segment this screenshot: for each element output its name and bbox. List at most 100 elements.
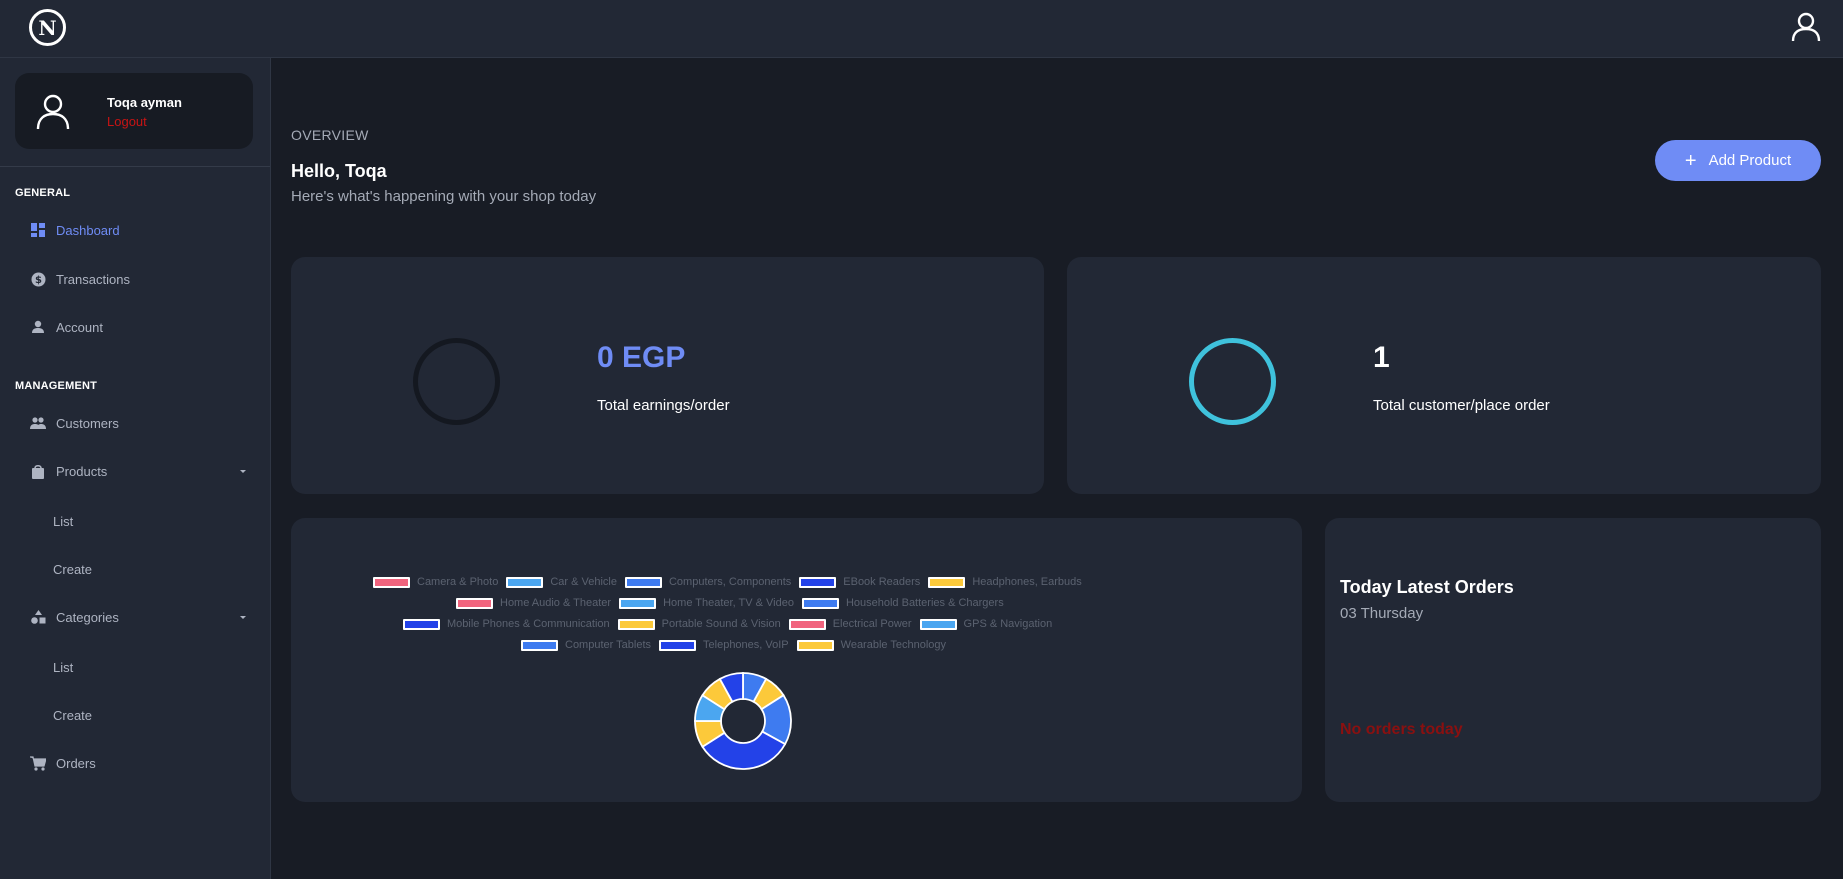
legend-item[interactable]: Headphones, Earbuds: [928, 576, 1082, 588]
section-title-management: MANAGEMENT: [15, 380, 98, 392]
dashboard-icon: [30, 222, 46, 238]
add-product-label: Add Product: [1708, 152, 1792, 169]
add-product-button[interactable]: + Add Product: [1655, 140, 1821, 181]
legend-item[interactable]: Portable Sound & Vision: [617, 618, 781, 630]
legend-label: Telephones, VoIP: [703, 639, 789, 651]
legend-swatch: [456, 597, 493, 609]
legend-item[interactable]: Home Audio & Theater: [456, 597, 611, 609]
legend-swatch: [799, 576, 837, 588]
sidebar-item-label: Orders: [56, 755, 96, 771]
sidebar-subitem-categories-create[interactable]: Create: [53, 708, 92, 723]
legend-label: Car & Vehicle: [550, 576, 617, 588]
legend-item[interactable]: Car & Vehicle: [506, 576, 617, 588]
people-icon: [30, 415, 46, 431]
user-card: Toqa ayman Logout: [15, 73, 253, 149]
logout-link[interactable]: Logout: [107, 114, 147, 129]
orders-date: 03 Thursday: [1340, 605, 1424, 622]
legend-item[interactable]: GPS & Navigation: [919, 618, 1053, 630]
legend-swatch: [521, 639, 558, 651]
category-chart-card: Camera & Photo Car & Vehicle Computers, Co…: [291, 518, 1302, 802]
legend-label: Electrical Power: [832, 618, 912, 630]
sidebar-item-label: Customers: [56, 415, 119, 431]
customers-ring: [1189, 338, 1276, 425]
categories-icon: [30, 609, 46, 625]
avatar: [36, 94, 70, 130]
brand-logo[interactable]: N: [29, 9, 66, 46]
sidebar-divider: [0, 166, 270, 167]
legend-swatch: [506, 576, 544, 588]
legend-item[interactable]: Camera & Photo: [373, 576, 498, 588]
user-profile-icon[interactable]: [1789, 10, 1823, 44]
legend-item[interactable]: Electrical Power: [788, 618, 912, 630]
legend-swatch: [617, 618, 655, 630]
customers-card: 1 Total customer/place order: [1067, 257, 1821, 494]
legend-item[interactable]: Computer Tablets: [521, 639, 651, 651]
sidebar-item-label: Products: [56, 463, 108, 479]
sidebar: Toqa ayman Logout GENERAL Dashboard $ Tr…: [0, 58, 271, 879]
sidebar-item-label: Transactions: [56, 271, 130, 287]
sidebar-item-customers[interactable]: Customers: [30, 412, 250, 434]
no-orders-message: No orders today: [1340, 721, 1463, 738]
legend-item[interactable]: Telephones, VoIP: [659, 639, 789, 651]
customers-value: 1: [1373, 341, 1390, 374]
earnings-ring: [413, 338, 500, 425]
sidebar-item-products[interactable]: Products: [30, 460, 250, 482]
legend-label: Headphones, Earbuds: [972, 576, 1082, 588]
person-icon: [30, 319, 46, 335]
earnings-card: 0 EGP Total earnings/order: [291, 257, 1044, 494]
legend-label: Computers, Components: [668, 576, 792, 588]
chevron-down-icon[interactable]: [236, 464, 250, 478]
sidebar-item-transactions[interactable]: $ Transactions: [30, 268, 250, 290]
legend-swatch: [919, 618, 957, 630]
user-name: Toqa ayman: [107, 95, 182, 110]
sidebar-subitem-categories-list[interactable]: List: [53, 660, 73, 675]
legend-label: Portable Sound & Vision: [661, 618, 781, 630]
plus-icon: +: [1684, 149, 1697, 172]
sidebar-item-orders[interactable]: Orders: [30, 752, 250, 774]
cart-icon: [30, 755, 46, 771]
legend-item[interactable]: Home Theater, TV & Video: [619, 597, 794, 609]
sidebar-subitem-products-list[interactable]: List: [53, 514, 73, 529]
legend-item[interactable]: Wearable Technology: [796, 639, 947, 651]
page-subtitle: Here's what's happening with your shop t…: [291, 188, 597, 205]
top-bar: N: [0, 0, 1843, 58]
legend-label: Wearable Technology: [840, 639, 947, 651]
legend-swatch: [659, 639, 697, 651]
legend-swatch: [619, 597, 657, 609]
legend-row: Mobile Phones & Communication Portable So…: [403, 618, 1060, 630]
sidebar-item-label: Account: [56, 319, 103, 335]
currency-icon: $: [30, 271, 46, 287]
legend-row: Home Audio & Theater Home Theater, TV & V…: [456, 597, 1012, 609]
legend-swatch: [403, 618, 440, 630]
chevron-down-icon[interactable]: [236, 610, 250, 624]
legend-item[interactable]: EBook Readers: [799, 576, 920, 588]
latest-orders-card: Today Latest Orders 03 Thursday No order…: [1325, 518, 1821, 802]
legend-swatch: [928, 576, 966, 588]
sidebar-item-label: Categories: [56, 609, 119, 625]
legend-label: Computer Tablets: [565, 639, 652, 651]
overview-label: OVERVIEW: [291, 127, 369, 143]
legend-label: Mobile Phones & Communication: [447, 618, 610, 630]
legend-label: EBook Readers: [843, 576, 921, 588]
legend-item[interactable]: Computers, Components: [624, 576, 792, 588]
legend-label: Home Audio & Theater: [500, 597, 612, 609]
earnings-label: Total earnings/order: [597, 397, 730, 414]
sidebar-item-account[interactable]: Account: [30, 316, 250, 338]
legend-swatch: [801, 597, 839, 609]
legend-label: GPS & Navigation: [963, 618, 1053, 630]
legend-item[interactable]: Household Batteries & Chargers: [801, 597, 1004, 609]
legend-label: Camera & Photo: [417, 576, 499, 588]
earnings-value: 0 EGP: [597, 341, 686, 374]
sidebar-item-label: Dashboard: [56, 222, 120, 238]
svg-text:$: $: [35, 275, 42, 286]
legend-swatch: [788, 618, 826, 630]
customers-label: Total customer/place order: [1373, 397, 1550, 414]
legend-swatch: [796, 639, 834, 651]
sidebar-subitem-products-create[interactable]: Create: [53, 562, 92, 577]
orders-title: Today Latest Orders: [1340, 577, 1514, 597]
legend-item[interactable]: Mobile Phones & Communication: [403, 618, 610, 630]
sidebar-item-categories[interactable]: Categories: [30, 606, 250, 628]
page-title: Hello, Toqa: [291, 161, 387, 181]
sidebar-item-dashboard[interactable]: Dashboard: [30, 219, 250, 241]
shopping-bag-icon: [30, 463, 46, 479]
